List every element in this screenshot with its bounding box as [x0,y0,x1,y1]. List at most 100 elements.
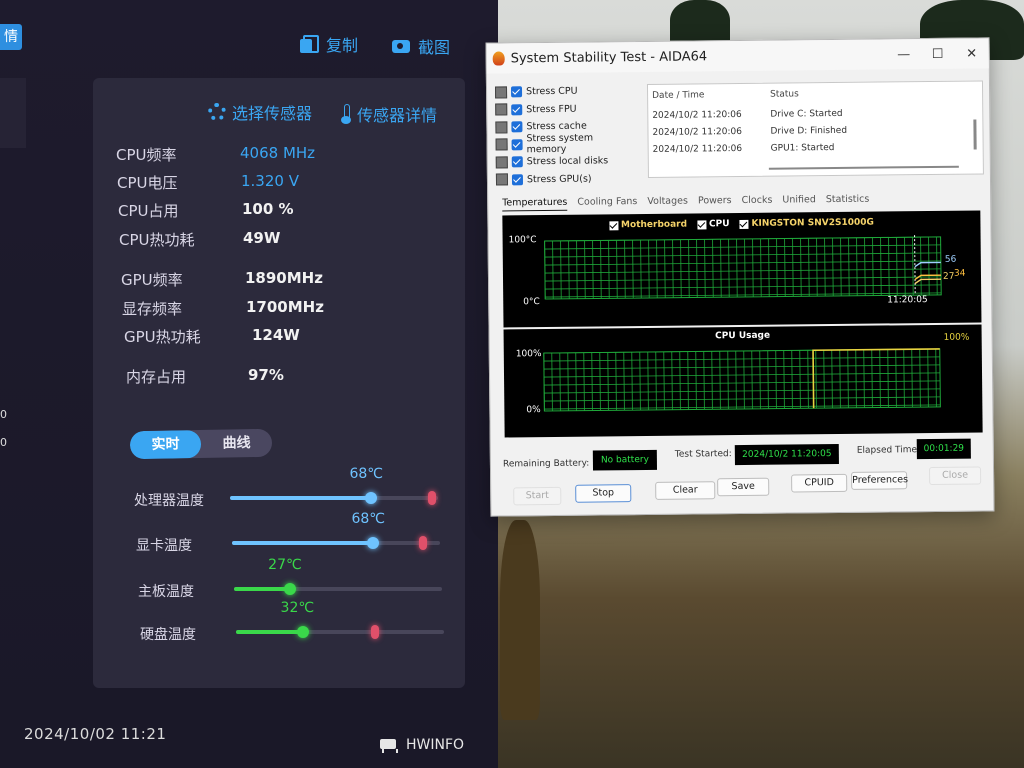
cpu-grid-gridline [623,352,625,411]
checkbox[interactable] [511,104,523,116]
window-controls: — ☐ ✕ [887,46,989,62]
checkbox[interactable] [511,156,523,168]
metric-label: CPU频率 [116,146,177,164]
temp-grid-gridline [544,236,941,242]
cpu-grid-gridline [631,352,633,411]
temp-grid-gridline [632,240,634,299]
log-row[interactable]: 2024/10/2 11:20:06 GPU1: Started [649,139,983,159]
titlebar[interactable]: System Stability Test - AIDA64 — ☐ ✕ [486,38,989,74]
tab-cooling-fans[interactable]: Cooling Fans [577,196,637,211]
cpu-grid-gridline [544,388,941,394]
cpu-value-label: 100% [943,332,970,343]
stress-memory-option[interactable]: Stress system memory [495,132,636,156]
temp-grid-gridline [896,237,898,296]
cpu-grid-gridline [831,350,833,409]
status-log[interactable]: Date / Time Status 2024/10/2 11:20:06 Driv… [646,80,984,178]
close-button[interactable]: Close [929,466,982,486]
cpu-grid-gridline [855,349,857,408]
cpuid-button[interactable]: CPUID [791,473,848,493]
start-button[interactable]: Start [513,486,562,506]
tab-unified[interactable]: Unified [782,194,816,208]
clock-datetime: 2024/10/02 11:21 [24,725,167,743]
temp-grid-gridline [880,237,882,296]
temp-knob[interactable] [367,537,380,549]
metric-gpu-power: GPU热功耗 124W [124,326,300,347]
cpu-grid-gridline [823,350,825,409]
cpu-grid-gridline [775,350,777,409]
checkbox[interactable] [511,174,524,186]
temp-grid-gridline [736,239,738,298]
tab-curve[interactable]: 曲线 [201,429,272,458]
temp-grid-gridline [656,239,658,298]
cpu-grid-gridline [583,352,585,411]
cpu-grid-gridline [711,351,713,410]
temp-knob[interactable] [365,492,378,504]
log-col-time[interactable]: Date / Time [648,84,766,109]
option-label: Stress CPU [525,85,578,98]
checkbox[interactable] [511,139,523,151]
screenshot-button[interactable]: 截图 [392,34,450,58]
metric-value: 1890MHz [245,269,323,287]
select-sensor-button[interactable]: 选择传感器 [208,100,312,124]
option-label: Stress system memory [526,132,594,156]
metric-memory-usage: 内存占用 97% [126,366,284,387]
cpu-grid-gridline [727,351,729,410]
minimize-button[interactable]: — [887,47,921,62]
log-horizontal-scrollbar[interactable] [768,165,959,170]
checkbox[interactable] [510,86,523,98]
close-window-button[interactable]: ✕ [955,46,989,61]
stress-gpu-option[interactable]: Stress GPU(s) [495,170,636,189]
temp-knob[interactable] [284,583,297,595]
temp-value: 68℃ [351,511,385,527]
temp-grid-gridline [560,240,562,299]
hwinfo-logo-icon [380,737,398,753]
metric-label: CPU电压 [117,174,178,192]
side-tab[interactable]: 情 [0,24,22,50]
select-sensor-label: 选择传感器 [232,104,313,123]
copy-label: 复制 [326,36,359,55]
checkbox[interactable] [511,121,523,133]
tab-voltages[interactable]: Voltages [647,196,688,210]
cpu-grid-gridline [799,350,801,409]
temp-grid-gridline [816,238,818,297]
stress-cpu-option[interactable]: Stress CPU [494,82,635,101]
temp-grid-gridline [600,240,602,299]
metric-vram-freq: 显存频率 1700MHz [122,298,324,319]
log-col-status[interactable]: Status [766,81,982,107]
temp-knob[interactable] [296,626,309,638]
log-scrollbar[interactable] [973,119,977,150]
stop-button[interactable]: Stop [575,484,632,503]
tab-powers[interactable]: Powers [698,195,732,209]
temp-grid-gridline [568,240,570,299]
side-mark: 0 [0,408,7,421]
temp-grid-gridline [744,238,746,297]
metric-cpu-freq: CPU频率 4068 MHz [116,144,315,165]
cpu-grid-gridline [687,351,689,410]
temp-row-gpu: 显卡温度 68℃ [136,511,456,557]
status-row: Remaining Battery: No battery Test Start… [503,438,983,471]
sensor-detail-button[interactable]: 传感器详情 [341,102,437,126]
cpu-grid-gridline [839,349,841,408]
tab-clocks[interactable]: Clocks [742,195,773,209]
temp-grid-gridline [545,292,942,298]
temp-value: 68℃ [349,466,383,482]
metric-label: CPU占用 [118,202,179,220]
maximize-button[interactable]: ☐ [921,46,955,61]
clear-button[interactable]: Clear [655,481,716,500]
copy-button[interactable]: 复制 [300,32,358,56]
cpu-grid-gridline [544,404,941,410]
tab-statistics[interactable]: Statistics [826,194,870,208]
metric-value: 4068 MHz [240,144,316,162]
save-button[interactable]: Save [717,477,770,497]
temp-grid-gridline [544,260,941,266]
stress-fpu-option[interactable]: Stress FPU [495,100,635,119]
tab-realtime[interactable]: 实时 [129,430,202,460]
view-toggle[interactable]: 实时 曲线 [129,428,273,460]
cpu-grid-gridline [767,350,769,409]
cpu-grid-gridline [703,351,705,410]
temp-grid-gridline [840,237,842,296]
tab-temperatures[interactable]: Temperatures [502,196,568,212]
preferences-button[interactable]: Preferences [851,471,908,490]
time-label: 11:20:05 [887,295,928,306]
cache-icon [495,121,508,134]
